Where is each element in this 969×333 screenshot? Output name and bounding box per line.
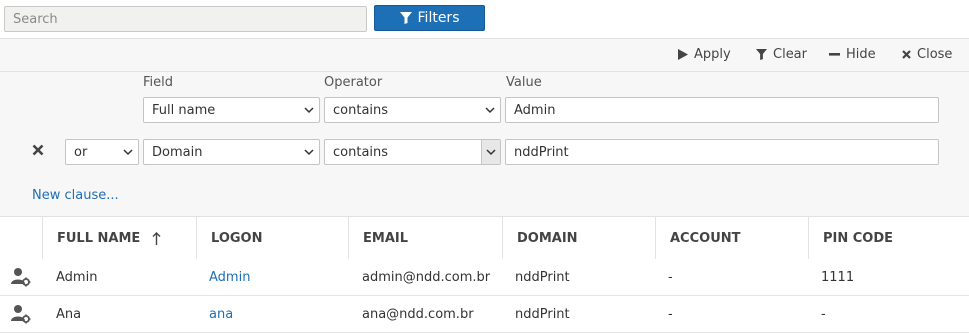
- clause-2-connector-select[interactable]: or: [65, 139, 139, 165]
- clause-1-field-select[interactable]: Full name: [143, 97, 320, 123]
- column-header-email[interactable]: EMAIL: [348, 217, 502, 259]
- user-settings-icon: [11, 268, 31, 287]
- cell-email: admin@ndd.com.br: [362, 269, 491, 285]
- filter-toolbar: Apply Clear Hide Close: [0, 39, 969, 72]
- cell-domain: nddPrint: [515, 269, 570, 285]
- new-clause-link[interactable]: New clause...: [32, 188, 119, 203]
- top-bar: Filters: [0, 0, 969, 38]
- chevron-down-icon: [485, 107, 495, 114]
- column-header-label: ACCOUNT: [670, 230, 741, 246]
- column-header-label: EMAIL: [363, 230, 408, 246]
- funnel-icon: [756, 49, 767, 60]
- chevron-down-icon: [486, 149, 496, 156]
- clause-2-operator-value: contains: [333, 144, 389, 160]
- sort-ascending-icon: [152, 231, 161, 245]
- clause-2-operator-select[interactable]: contains: [324, 139, 501, 165]
- clause-2-field-select[interactable]: Domain: [143, 139, 320, 165]
- clause-1-operator-select[interactable]: contains: [324, 97, 501, 123]
- clause-1-field-value: Full name: [152, 102, 216, 118]
- cell-domain: nddPrint: [515, 306, 570, 322]
- funnel-icon: [399, 12, 412, 24]
- column-header-account[interactable]: ACCOUNT: [655, 217, 808, 259]
- filters-button-label: Filters: [417, 10, 460, 26]
- column-header-logon[interactable]: LOGON: [196, 217, 348, 259]
- apply-label: Apply: [694, 47, 731, 62]
- chevron-down-icon: [304, 149, 314, 156]
- chevron-down-icon: [123, 149, 133, 156]
- clause-2-connector-value: or: [74, 144, 88, 160]
- cell-logon-link[interactable]: Admin: [209, 259, 250, 295]
- close-button[interactable]: Close: [902, 47, 952, 62]
- column-header-full-name[interactable]: FULL NAME: [42, 217, 196, 259]
- cell-logon-link[interactable]: ana: [209, 296, 233, 332]
- field-header: Field: [143, 75, 174, 90]
- clause-2-field-value: Domain: [152, 144, 203, 160]
- grid-header: FULL NAME LOGON EMAIL DOMAIN ACCOUNT PIN…: [0, 216, 969, 260]
- search-input[interactable]: [4, 6, 367, 32]
- cell-account: -: [668, 306, 673, 322]
- clause-2-value-input[interactable]: [505, 139, 939, 165]
- cell-full-name: Ana: [56, 306, 82, 322]
- cell-email: ana@ndd.com.br: [362, 306, 474, 322]
- apply-button[interactable]: Apply: [678, 47, 731, 62]
- clear-button[interactable]: Clear: [756, 47, 807, 62]
- user-settings-icon: [11, 305, 31, 324]
- cell-pin-code: 1111: [821, 269, 855, 285]
- chevron-down-icon: [304, 107, 314, 114]
- column-header-label: PIN CODE: [823, 230, 894, 246]
- clause-1-value-input[interactable]: [505, 97, 939, 123]
- column-header-label: FULL NAME: [57, 230, 141, 246]
- cell-account: -: [668, 269, 673, 285]
- clear-label: Clear: [773, 47, 807, 62]
- column-header-pin-code[interactable]: PIN CODE: [808, 217, 969, 259]
- filters-button[interactable]: Filters: [374, 5, 485, 31]
- close-label: Close: [917, 47, 953, 62]
- cell-pin-code: -: [821, 306, 826, 322]
- column-header-label: LOGON: [211, 230, 263, 246]
- close-icon: [902, 50, 911, 59]
- table-row[interactable]: Admin Admin admin@ndd.com.br nddPrint - …: [0, 259, 969, 296]
- hide-label: Hide: [846, 47, 876, 62]
- filter-panel: Apply Clear Hide Close: [0, 38, 969, 217]
- play-icon: [678, 49, 688, 60]
- column-header-domain[interactable]: DOMAIN: [502, 217, 655, 259]
- remove-clause-icon[interactable]: [32, 144, 44, 156]
- hide-button[interactable]: Hide: [829, 47, 876, 62]
- cell-full-name: Admin: [56, 269, 98, 285]
- table-row[interactable]: Ana ana ana@ndd.com.br nddPrint - -: [0, 296, 969, 333]
- value-header: Value: [506, 75, 542, 90]
- operator-header: Operator: [324, 75, 383, 90]
- column-header-label: DOMAIN: [517, 230, 578, 246]
- minus-icon: [829, 53, 840, 56]
- clause-1-operator-value: contains: [333, 102, 389, 118]
